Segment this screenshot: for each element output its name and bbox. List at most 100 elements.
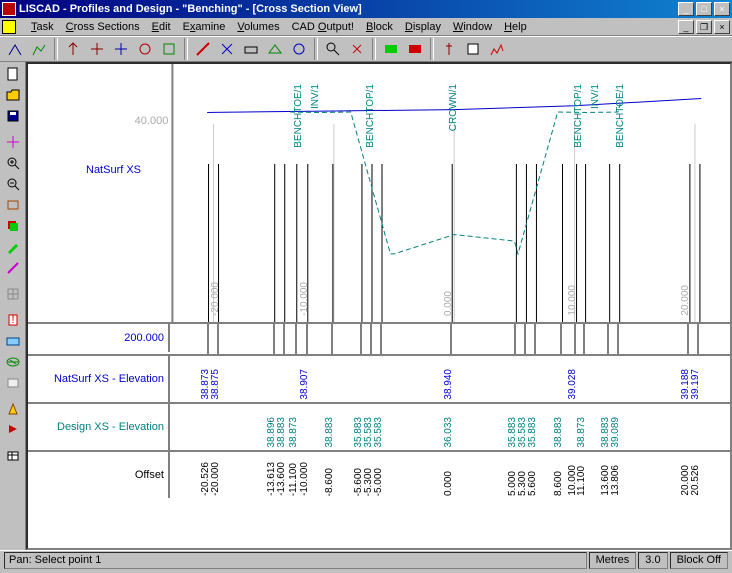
tool-8[interactable]: [192, 38, 214, 60]
x-grid-label: 10.000: [567, 285, 578, 316]
new-button[interactable]: [3, 64, 23, 84]
nsvals-value: 38.940: [443, 369, 454, 400]
table-button[interactable]: [3, 446, 23, 466]
minimize-button[interactable]: _: [678, 2, 694, 16]
tool-12[interactable]: [288, 38, 310, 60]
status-bar: Pan: Select point 1 Metres 3.0 Block Off: [0, 550, 732, 570]
status-units: Metres: [589, 552, 637, 569]
ofvals-value: 20.526: [690, 465, 701, 496]
zoom-out-button[interactable]: [3, 174, 23, 194]
ofvals-value: 0.000: [443, 471, 454, 496]
zoom-world-button[interactable]: [3, 195, 23, 215]
hatch-button[interactable]: [3, 352, 23, 372]
feature-label: BENCHTOE/1: [615, 84, 626, 148]
tool-17[interactable]: [438, 38, 460, 60]
feature-label: BENCHTOE/1: [293, 84, 304, 148]
x-grid-label: -10.000: [299, 282, 310, 316]
title-bar: LISCAD - Profiles and Design - "Benching…: [0, 0, 732, 18]
tool-14[interactable]: [346, 38, 368, 60]
status-block: Block Off: [670, 552, 728, 569]
tool-5[interactable]: [110, 38, 132, 60]
alert-button[interactable]: !: [3, 310, 23, 330]
status-message: Pan: Select point 1: [4, 552, 587, 569]
status-scale: 3.0: [638, 552, 667, 569]
zoom-in-button[interactable]: [3, 153, 23, 173]
feature-label: CROWN/1: [448, 84, 459, 131]
feature-label: BENCHTOP/1: [365, 84, 376, 148]
ofvals-value: 5.600: [527, 471, 538, 496]
ofvals-value: -5.000: [373, 468, 384, 496]
mdi-minimize-button[interactable]: _: [678, 20, 694, 34]
tool-15[interactable]: [380, 38, 402, 60]
app-icon: [2, 2, 16, 16]
menu-bar: TaskCross SectionsEditExamineVolumesCAD …: [0, 18, 732, 36]
menu-help[interactable]: Help: [499, 20, 532, 34]
tool-18[interactable]: [462, 38, 484, 60]
nsvals-value: 38.875: [210, 369, 221, 400]
maximize-button[interactable]: □: [696, 2, 712, 16]
menu-volumes[interactable]: Volumes: [232, 20, 284, 34]
tool-7[interactable]: [158, 38, 180, 60]
ofvals-value: 13.806: [610, 465, 621, 496]
tool-6[interactable]: [134, 38, 156, 60]
menu-window[interactable]: Window: [448, 20, 497, 34]
ofvals-value: -13.600: [276, 462, 287, 496]
mdi-restore-button[interactable]: ❐: [696, 20, 712, 34]
x-grid-label: 0.000: [443, 291, 454, 316]
tool-3[interactable]: [62, 38, 84, 60]
cross-section-canvas[interactable]: 40.000 NatSurf XS BENCHTOE/1INV/1BENCHTO…: [26, 62, 732, 550]
mdi-close-button[interactable]: ×: [714, 20, 730, 34]
menu-task[interactable]: Task: [26, 20, 59, 34]
nsvals-value: 39.028: [567, 369, 578, 400]
ofvals-value: 11.100: [576, 466, 587, 496]
row-label-design: Design XS - Elevation: [57, 421, 164, 433]
window-title: LISCAD - Profiles and Design - "Benching…: [19, 3, 678, 15]
feature-label: INV/1: [590, 84, 601, 109]
nsvals-value: 39.197: [690, 369, 701, 400]
tool-10[interactable]: [240, 38, 262, 60]
move-button[interactable]: [3, 132, 23, 152]
dsvals-value: 38.883: [324, 417, 335, 448]
tool-11[interactable]: [264, 38, 286, 60]
row-label-natsurf: NatSurf XS - Elevation: [54, 373, 164, 385]
menu-edit[interactable]: Edit: [147, 20, 176, 34]
x-grid-label: 20.000: [680, 285, 691, 316]
tool-19[interactable]: [486, 38, 508, 60]
layers-button[interactable]: [3, 216, 23, 236]
menu-cadoutput[interactable]: CAD Output!: [287, 20, 359, 34]
report-button[interactable]: [3, 420, 23, 440]
nsvals-value: 38.907: [299, 369, 310, 400]
open-button[interactable]: [3, 85, 23, 105]
tool-16[interactable]: [404, 38, 426, 60]
save-button[interactable]: [3, 106, 23, 126]
tool-13[interactable]: [322, 38, 344, 60]
y-axis-top: 40.000: [135, 115, 169, 127]
survey-button[interactable]: [3, 399, 23, 419]
dsvals-value: 35.583: [373, 417, 384, 448]
tool-4[interactable]: [86, 38, 108, 60]
tool-9[interactable]: [216, 38, 238, 60]
text-button[interactable]: [3, 373, 23, 393]
dsvals-value: 38.883: [276, 417, 287, 448]
tool-2[interactable]: [28, 38, 50, 60]
plane-button[interactable]: [3, 331, 23, 351]
grid-button[interactable]: [3, 284, 23, 304]
feature-label: INV/1: [310, 84, 321, 109]
close-button[interactable]: ×: [714, 2, 730, 16]
dsvals-value: 39.089: [610, 417, 621, 448]
ofvals-value: -10.000: [299, 462, 310, 496]
ofvals-value: -11.100: [288, 463, 299, 496]
ofvals-value: 8.600: [553, 471, 564, 496]
edit-button[interactable]: [3, 237, 23, 257]
dsvals-value: 38.883: [553, 417, 564, 448]
ofvals-value: -20.000: [210, 462, 221, 496]
menu-crosssections[interactable]: Cross Sections: [61, 20, 145, 34]
menu-block[interactable]: Block: [361, 20, 398, 34]
draw-button[interactable]: [3, 258, 23, 278]
menu-examine[interactable]: Examine: [178, 20, 231, 34]
ofvals-value: -8.600: [324, 468, 335, 496]
menu-display[interactable]: Display: [400, 20, 446, 34]
x-grid-label: -20.000: [210, 282, 221, 316]
tool-1[interactable]: [4, 38, 26, 60]
doc-icon[interactable]: [2, 20, 16, 34]
